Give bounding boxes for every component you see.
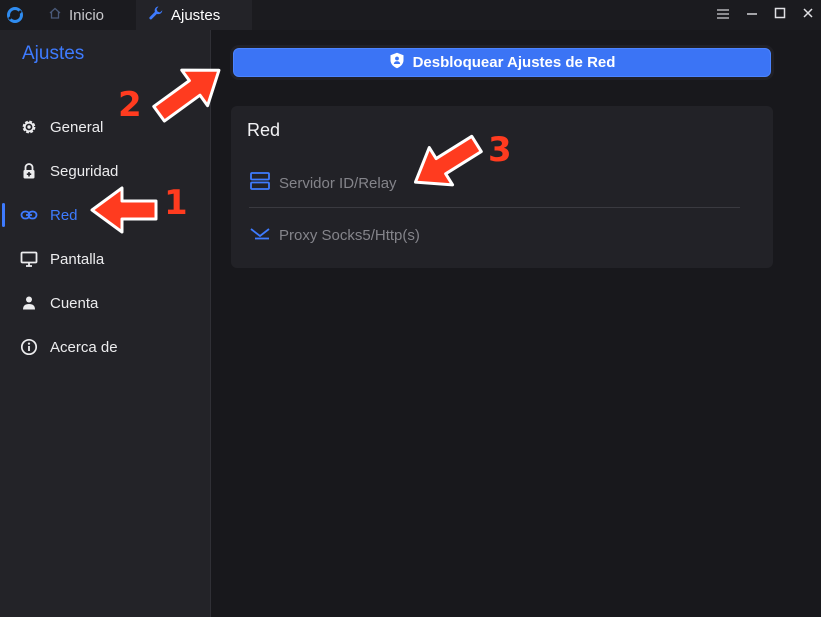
annotation-number-3: 3 bbox=[488, 130, 512, 170]
arrow-1-icon bbox=[90, 186, 158, 234]
annotation-number-2: 2 bbox=[118, 85, 142, 125]
sidebar-item-label: Pantalla bbox=[50, 251, 105, 268]
arrow-3-icon bbox=[413, 134, 483, 187]
row-label: Servidor ID/Relay bbox=[279, 174, 397, 192]
person-icon bbox=[20, 294, 38, 312]
minimize-button[interactable] bbox=[737, 0, 766, 30]
shield-icon bbox=[389, 52, 405, 73]
divider bbox=[249, 207, 740, 208]
sidebar-item-about[interactable]: Acerca de bbox=[0, 332, 211, 362]
tab-settings-label: Ajustes bbox=[171, 6, 221, 24]
lock-icon bbox=[20, 162, 38, 180]
tab-settings[interactable]: Ajustes bbox=[136, 0, 252, 30]
server-id-relay-row[interactable]: Servidor ID/Relay bbox=[249, 168, 739, 198]
panel-title: Red bbox=[247, 120, 281, 140]
maximize-icon bbox=[774, 6, 786, 24]
gear-icon bbox=[20, 118, 38, 136]
menu-button[interactable] bbox=[708, 0, 737, 30]
sidebar-item-label: Cuenta bbox=[50, 295, 99, 312]
minimize-icon bbox=[746, 6, 758, 24]
active-indicator bbox=[2, 203, 5, 227]
proxy-icon bbox=[249, 223, 271, 247]
sidebar-item-display[interactable]: Pantalla bbox=[0, 244, 211, 274]
sidebar-item-label: Acerca de bbox=[50, 339, 118, 356]
unlock-button-label: Desbloquear Ajustes de Red bbox=[412, 54, 616, 71]
sidebar-item-label: Seguridad bbox=[50, 163, 119, 180]
link-icon bbox=[20, 206, 38, 224]
app-logo-icon bbox=[6, 6, 24, 24]
arrow-2-icon bbox=[152, 68, 221, 123]
sidebar-item-account[interactable]: Cuenta bbox=[0, 288, 211, 318]
home-icon bbox=[48, 6, 62, 24]
tab-home-label: Inicio bbox=[69, 6, 105, 24]
monitor-icon bbox=[20, 250, 38, 268]
unlock-network-settings-button[interactable]: Desbloquear Ajustes de Red bbox=[233, 48, 771, 77]
menu-icon bbox=[716, 6, 729, 24]
server-icon bbox=[249, 171, 271, 195]
sidebar-item-label: General bbox=[50, 119, 104, 136]
tab-home[interactable]: Inicio bbox=[36, 0, 134, 30]
close-button[interactable] bbox=[793, 0, 821, 30]
wrench-icon bbox=[148, 5, 164, 25]
sidebar-item-label: Red bbox=[50, 207, 78, 224]
maximize-button[interactable] bbox=[765, 0, 794, 30]
row-label: Proxy Socks5/Http(s) bbox=[279, 226, 420, 244]
close-icon bbox=[802, 6, 814, 24]
sidebar-title: Ajustes bbox=[22, 43, 85, 64]
proxy-socks5-row[interactable]: Proxy Socks5/Http(s) bbox=[249, 220, 739, 250]
info-icon bbox=[20, 338, 38, 356]
annotation-number-1: 1 bbox=[164, 183, 188, 223]
title-bar: Inicio Ajustes bbox=[0, 0, 821, 30]
